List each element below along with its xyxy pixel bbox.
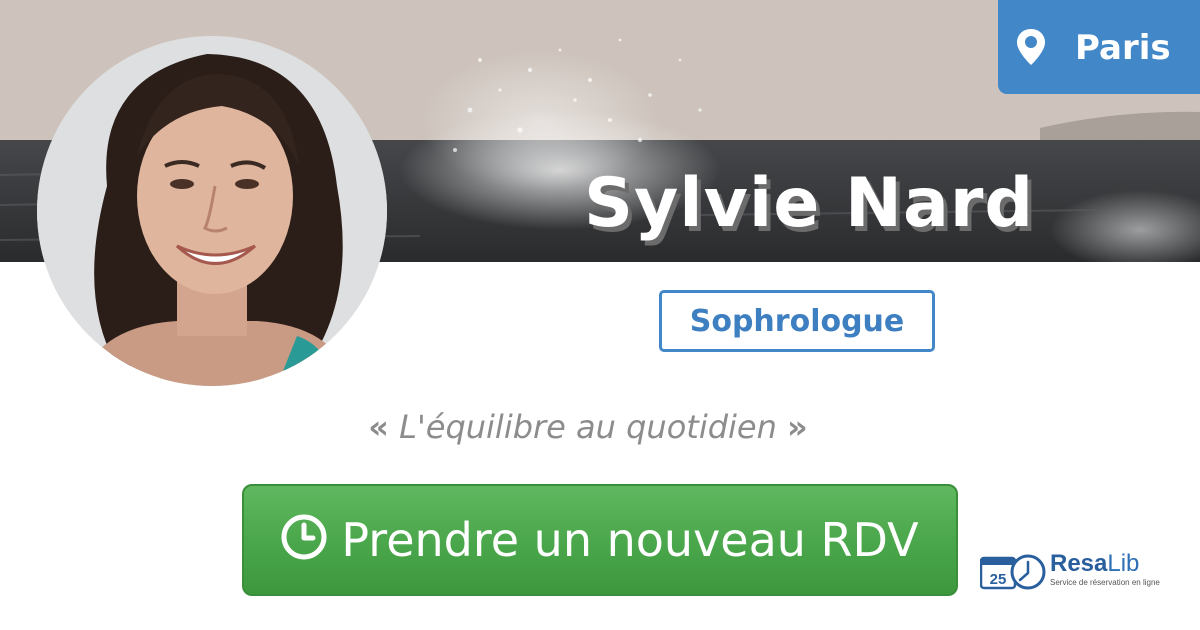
practitioner-name: Sylvie Nard	[584, 164, 1035, 243]
calendar-day-number: 25	[990, 571, 1007, 588]
brand-name-lib: Lib	[1107, 550, 1140, 577]
calendar-clock-icon: 25	[980, 554, 1046, 590]
close-quote: »	[787, 408, 808, 446]
brand-name-resa: Resa	[1050, 550, 1108, 577]
clock-icon	[281, 514, 327, 560]
brand-name: ResaLib	[1050, 551, 1139, 577]
profession-badge: Sophrologue	[659, 290, 935, 352]
location-badge: Paris	[998, 0, 1200, 94]
map-pin-icon	[1017, 29, 1045, 65]
motto: « L'équilibre au quotidien »	[0, 404, 1176, 450]
book-appointment-button[interactable]: Prendre un nouveau RDV	[242, 484, 958, 596]
motto-text: L'équilibre au quotidien	[399, 408, 777, 446]
portrait-photo	[37, 36, 387, 386]
open-quote: «	[368, 408, 389, 446]
book-appointment-label: Prendre un nouveau RDV	[341, 513, 919, 567]
avatar	[37, 36, 387, 386]
brand-tagline: Service de réservation en ligne	[1050, 578, 1160, 587]
resalib-logo[interactable]: 25 ResaLib Service de réservation en lig…	[980, 551, 1180, 592]
profession-label: Sophrologue	[689, 303, 905, 339]
location-label: Paris	[1075, 28, 1171, 68]
